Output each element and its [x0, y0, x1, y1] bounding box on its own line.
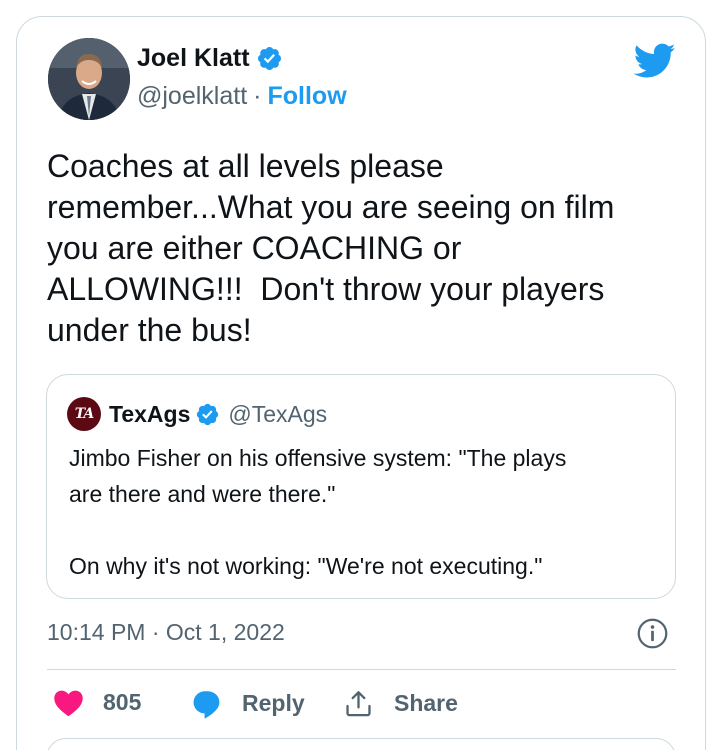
heart-icon [54, 690, 83, 717]
twitter-bird-icon[interactable] [634, 43, 676, 79]
verified-badge-icon [197, 403, 219, 425]
verified-badge-icon [257, 46, 281, 71]
texags-logo-icon: TA [67, 397, 101, 431]
tweet-text: Coaches at all levels please remember...… [47, 148, 615, 348]
separator-dot: · [253, 82, 262, 110]
share-icon [346, 691, 371, 717]
action-bar: 805 Reply Share [0, 684, 719, 724]
quoted-tweet-text: Jimbo Fisher on his offensive system: "T… [69, 445, 567, 579]
reply-icon [193, 691, 220, 719]
share-button[interactable]: Share [343, 688, 458, 719]
read-replies-button[interactable] [46, 738, 676, 750]
divider [47, 669, 676, 670]
reply-label: Reply [242, 690, 305, 716]
author-handle[interactable]: @joelklatt [137, 82, 247, 111]
share-label: Share [394, 690, 458, 716]
avatar-image [48, 38, 130, 120]
quoted-author-handle: @TexAgs [228, 400, 328, 427]
like-button[interactable]: 805 [53, 688, 141, 717]
author-avatar[interactable] [48, 38, 130, 120]
author-name[interactable]: Joel Klatt [137, 44, 250, 73]
quoted-tweet[interactable]: TA TexAgs @TexAgs Jimbo Fisher on his of… [46, 374, 676, 599]
follow-button[interactable]: Follow [267, 82, 346, 111]
quoted-author-name: TexAgs [109, 400, 191, 427]
like-count: 805 [103, 689, 142, 715]
info-icon[interactable] [636, 617, 669, 650]
reply-button[interactable]: Reply [191, 688, 305, 719]
tweet-timestamp[interactable]: 10:14 PM · Oct 1, 2022 [47, 619, 285, 646]
